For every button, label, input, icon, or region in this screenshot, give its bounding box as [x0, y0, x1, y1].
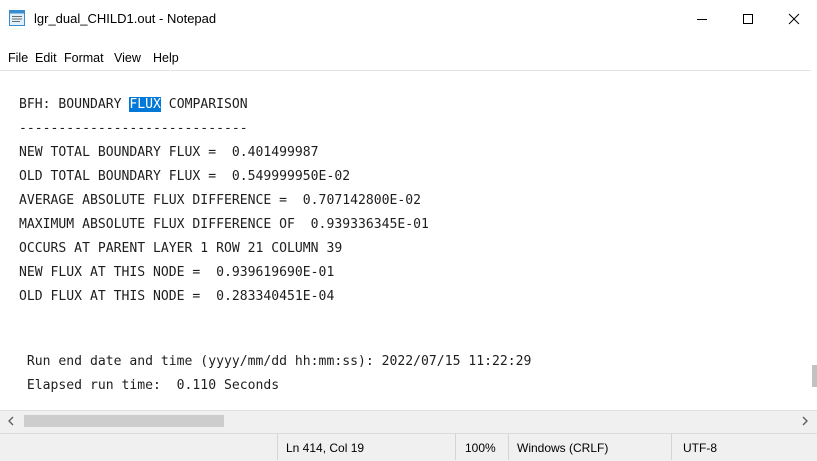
status-separator — [277, 433, 278, 460]
editor-line: OLD FLUX AT THIS NODE = 0.283340451E-04 — [19, 289, 335, 304]
status-separator — [455, 433, 456, 460]
horizontal-scroll-thumb[interactable] — [24, 415, 224, 427]
maximize-icon — [743, 14, 753, 24]
vertical-scrollbar[interactable] — [811, 70, 817, 412]
vertical-scroll-thumb[interactable] — [812, 365, 817, 387]
editor-line: BFH: BOUNDARY FLUX COMPARISON — [19, 93, 248, 117]
cursor-position: Ln 414, Col 19 — [286, 441, 365, 455]
title-bar[interactable]: lgr_dual_CHILD1.out - Notepad — [0, 0, 817, 38]
status-separator — [671, 433, 672, 460]
scroll-left-icon[interactable] — [6, 415, 16, 427]
menu-file[interactable]: File — [8, 51, 28, 65]
editor-line: ----------------------------- — [19, 121, 248, 136]
menu-bar: File Edit Format View Help — [0, 38, 817, 70]
text-editor[interactable]: BFH: BOUNDARY FLUX COMPARISON ----------… — [0, 70, 811, 409]
editor-line: Run end date and time (yyyy/mm/dd hh:mm:… — [19, 354, 532, 369]
status-separator — [508, 433, 509, 460]
menu-help[interactable]: Help — [153, 51, 179, 65]
line-pre-selection: BFH: BOUNDARY — [19, 97, 130, 112]
minimize-icon — [697, 19, 707, 20]
editor-line: MAXIMUM ABSOLUTE FLUX DIFFERENCE OF 0.93… — [19, 217, 429, 232]
minimize-button[interactable] — [679, 0, 725, 38]
menu-format[interactable]: Format — [64, 51, 104, 65]
editor-line: NEW FLUX AT THIS NODE = 0.939619690E-01 — [19, 265, 335, 280]
editor-line: OLD TOTAL BOUNDARY FLUX = 0.549999950E-0… — [19, 169, 351, 184]
window-title: lgr_dual_CHILD1.out - Notepad — [34, 11, 217, 26]
zoom-level: 100% — [465, 441, 496, 455]
menu-edit[interactable]: Edit — [35, 51, 57, 65]
close-icon — [788, 13, 800, 25]
editor-line: AVERAGE ABSOLUTE FLUX DIFFERENCE = 0.707… — [19, 193, 422, 208]
scroll-right-icon[interactable] — [800, 415, 810, 427]
editor-line: OCCURS AT PARENT LAYER 1 ROW 21 COLUMN 3… — [19, 241, 343, 256]
maximize-button[interactable] — [725, 0, 771, 38]
encoding: UTF-8 — [683, 441, 717, 455]
line-ending: Windows (CRLF) — [517, 441, 609, 455]
menu-view[interactable]: View — [114, 51, 141, 65]
editor-line: NEW TOTAL BOUNDARY FLUX = 0.401499987 — [19, 145, 319, 160]
notepad-icon — [9, 10, 25, 26]
text-selection: FLUX — [129, 97, 161, 112]
line-post-selection: COMPARISON — [160, 97, 248, 112]
editor-line: Elapsed run time: 0.110 Seconds — [19, 378, 280, 393]
close-button[interactable] — [771, 0, 817, 38]
